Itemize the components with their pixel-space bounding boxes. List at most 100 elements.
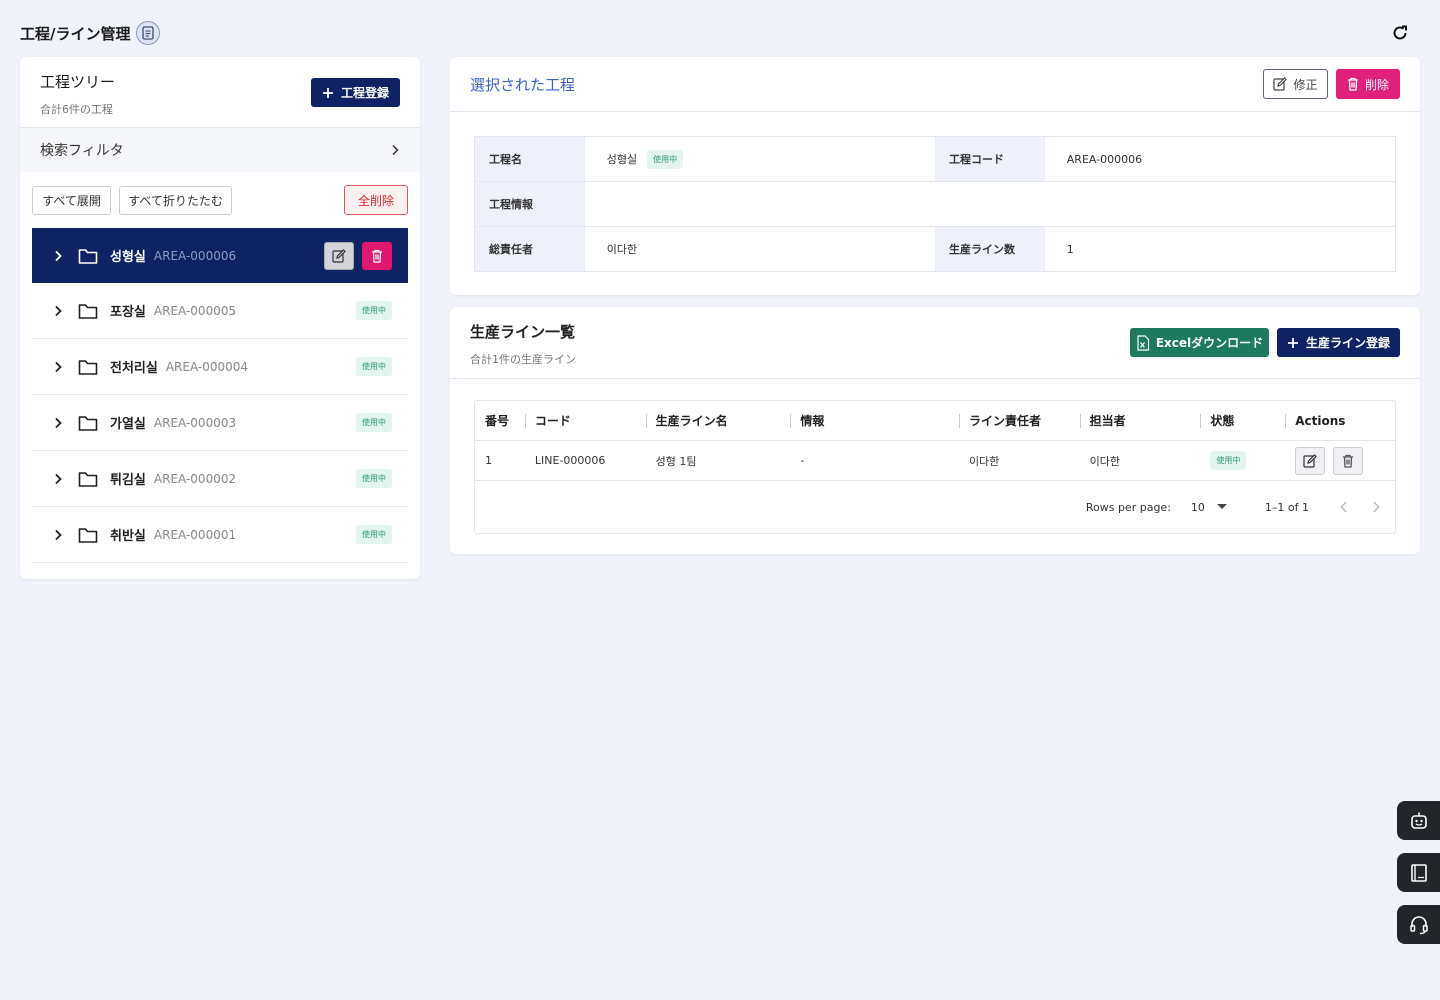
process-name-text: 성형실 — [606, 153, 638, 166]
folder-icon — [78, 359, 98, 375]
tree-toolbar: すべて展開 すべて折りたたむ 全削除 — [20, 172, 420, 228]
cell-no: 1 — [485, 454, 492, 467]
excel-download-label: Excelダウンロード — [1155, 336, 1264, 350]
book-icon — [1410, 863, 1427, 882]
status-badge: 使用中 — [356, 357, 392, 376]
search-filter-toggle[interactable]: 検索フィルタ — [20, 128, 420, 172]
table-pagination: Rows per page: 10 1–1 of 1 — [475, 481, 1395, 533]
cell-actions — [1285, 441, 1395, 480]
column-header[interactable]: ライン責任者 — [958, 401, 1080, 440]
tree-header: 工程ツリー 合計6件の工程 工程登録 — [20, 57, 420, 128]
register-line-button[interactable]: 生産ライン登録 — [1277, 328, 1400, 357]
production-lines-panel: 生産ライン一覧 合計1件の生産ライン Excelダウンロード 生産ライン登録 番… — [450, 307, 1420, 554]
edit-icon — [1273, 77, 1288, 91]
tree-item-code: AREA-000003 — [153, 415, 237, 430]
rows-per-page-select[interactable]: 10 — [1191, 501, 1227, 514]
manager-label: 総責任者 — [475, 227, 585, 271]
document-icon[interactable] — [136, 21, 161, 45]
tree-item-name: 취반실 — [110, 529, 146, 544]
search-filter-label: 検索フィルタ — [40, 143, 124, 159]
page-title: 工程/ライン管理 — [20, 24, 131, 43]
register-process-label: 工程登録 — [340, 86, 389, 100]
tree-item-code: AREA-000006 — [153, 248, 237, 263]
status-badge: 使用中 — [356, 469, 392, 488]
process-code-value: AREA-000006 — [1066, 152, 1143, 166]
excel-download-button[interactable]: Excelダウンロード — [1130, 328, 1269, 357]
column-header[interactable]: 担当者 — [1079, 401, 1201, 440]
collapse-all-button[interactable]: すべて折りたたむ — [119, 185, 232, 215]
lines-header: 生産ライン一覧 合計1件の生産ライン Excelダウンロード 生産ライン登録 — [450, 307, 1420, 379]
expand-all-button[interactable]: すべて展開 — [32, 185, 111, 215]
tree-item[interactable]: 튀김실 AREA-000002 使用中 — [32, 451, 408, 507]
delete-label: 削除 — [1364, 77, 1389, 92]
pagination-range: 1–1 of 1 — [1264, 500, 1309, 514]
chevron-left-icon[interactable] — [1339, 500, 1349, 514]
column-header[interactable]: 生産ライン名 — [645, 401, 791, 440]
manual-button[interactable] — [1397, 853, 1440, 892]
manager-value: 이다한 — [606, 243, 638, 256]
column-header[interactable]: 番号 — [475, 401, 525, 440]
robot-icon — [1410, 812, 1427, 829]
chevron-right-icon — [392, 144, 399, 156]
delete-process-button[interactable] — [362, 241, 392, 270]
delete-button[interactable]: 削除 — [1336, 69, 1400, 99]
detail-header: 選択された工程 修正 削除 — [450, 57, 1420, 112]
chevron-right-icon[interactable] — [52, 250, 64, 262]
tree-item[interactable]: 취반실 AREA-000001 使用中 — [32, 507, 408, 563]
support-button[interactable] — [1397, 905, 1440, 944]
register-line-label: 生産ライン登録 — [1305, 336, 1390, 350]
column-header[interactable]: コード — [524, 401, 646, 440]
tree-item-name: 포장실 — [110, 305, 146, 320]
rows-per-page-label: Rows per page: — [1085, 500, 1171, 514]
tree-item-name: 전처리실 — [110, 361, 158, 376]
cell-code: LINE-000006 — [534, 454, 606, 467]
trash-icon — [372, 249, 382, 263]
process-info-label: 工程情報 — [475, 182, 585, 226]
rows-per-page-value: 10 — [1190, 500, 1205, 514]
cell-status: 使用中 — [1200, 441, 1285, 480]
excel-icon — [1137, 334, 1149, 351]
folder-icon — [78, 415, 98, 431]
edit-icon — [332, 248, 346, 263]
pager — [1339, 500, 1381, 514]
folder-icon — [78, 527, 98, 543]
tree-list: 성형실 AREA-000006 포장실 AREA-000005 使用中 전처리실… — [20, 228, 420, 563]
cell-line-manager: 이다한 — [968, 454, 1000, 468]
column-header[interactable]: 情報 — [790, 401, 959, 440]
plus-icon — [322, 87, 333, 98]
chevron-right-icon[interactable] — [52, 417, 64, 429]
delete-line-button[interactable] — [1333, 446, 1364, 475]
column-header[interactable]: 状態 — [1200, 401, 1285, 440]
chevron-right-icon[interactable] — [52, 529, 64, 541]
tree-item-name: 성형실 — [110, 250, 146, 265]
tree-item-selected[interactable]: 성형실 AREA-000006 — [32, 228, 408, 283]
chevron-right-icon[interactable] — [52, 305, 64, 317]
column-header[interactable]: Actions — [1285, 401, 1395, 440]
edit-icon — [1303, 453, 1318, 468]
edit-process-button[interactable] — [324, 241, 354, 270]
delete-all-button[interactable]: 全削除 — [344, 185, 408, 215]
process-name-value: 성형실 使用中 — [585, 137, 935, 181]
tree-item[interactable]: 전처리실 AREA-000004 使用中 — [32, 339, 408, 395]
status-badge: 使用中 — [356, 413, 392, 432]
page-header: 工程/ライン管理 — [20, 20, 1420, 46]
table-row[interactable]: 1 LINE-000006 성형 1팀 - 이다한 이다한 使用中 — [475, 441, 1395, 481]
tree-item[interactable]: 가열실 AREA-000003 使用中 — [32, 395, 408, 451]
chevron-right-icon[interactable] — [1371, 500, 1381, 514]
chevron-right-icon[interactable] — [52, 361, 64, 373]
cell-name: 성형 1팀 — [655, 454, 697, 468]
chatbot-button[interactable] — [1397, 801, 1440, 840]
tree-item[interactable]: 포장실 AREA-000005 使用中 — [32, 283, 408, 339]
edit-line-button[interactable] — [1295, 446, 1326, 475]
register-process-button[interactable]: 工程登録 — [311, 78, 400, 107]
refresh-icon[interactable] — [1390, 23, 1410, 43]
plus-icon — [1287, 337, 1298, 348]
info-row: 工程名 성형실 使用中 工程コード AREA-000006 — [475, 137, 1395, 182]
chevron-right-icon[interactable] — [52, 473, 64, 485]
process-code-label: 工程コード — [935, 137, 1045, 181]
tree-item-code: AREA-000001 — [153, 527, 237, 542]
process-tree-panel: 工程ツリー 合計6件の工程 工程登録 検索フィルタ すべて展開 すべて折りたたむ… — [20, 57, 420, 579]
status-badge: 使用中 — [647, 149, 684, 169]
tree-item-code: AREA-000005 — [153, 303, 237, 318]
edit-button[interactable]: 修正 — [1263, 69, 1328, 99]
